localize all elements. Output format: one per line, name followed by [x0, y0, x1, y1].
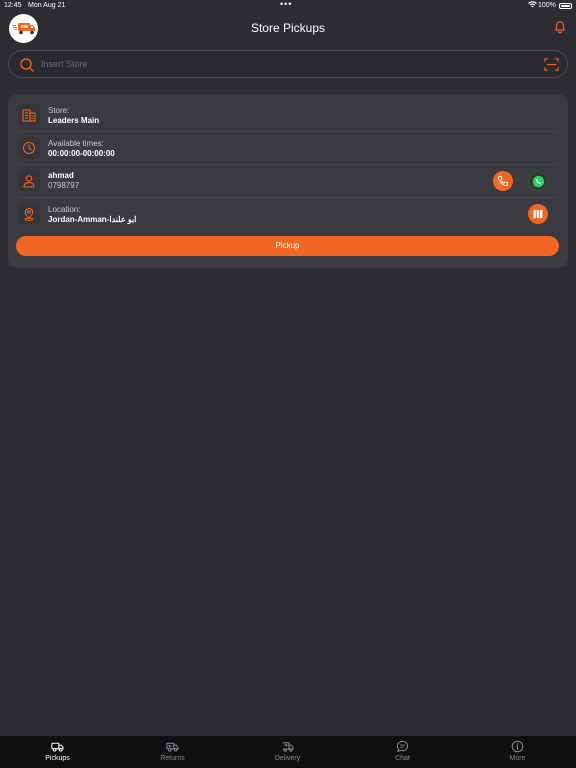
truck-icon [51, 742, 64, 752]
bottom-tab-bar: Pickups Returns Delivery Chat More [0, 736, 576, 768]
tab-pickups[interactable]: Pickups [0, 736, 115, 768]
tab-label: Pickups [45, 755, 70, 762]
person-icon [23, 175, 35, 188]
return-truck-icon [166, 742, 179, 752]
building-icon [22, 109, 36, 122]
tab-chat[interactable]: Chat [345, 736, 460, 768]
tab-label: Returns [160, 755, 185, 762]
location-icon-box [18, 203, 40, 225]
store-search-input[interactable] [41, 56, 521, 72]
store-icon-box [18, 104, 40, 126]
open-map-button[interactable] [528, 204, 548, 224]
customer-phone: 0798797 [48, 181, 80, 190]
tab-returns[interactable]: Returns [115, 736, 230, 768]
status-time: 12:45 [4, 2, 22, 9]
page-title: Store Pickups [250, 21, 326, 35]
whatsapp-icon [532, 175, 545, 188]
location-value: Jordan-Amman-ابو علندا [48, 215, 137, 224]
person-icon-box [18, 170, 40, 192]
multitasking-dots-icon[interactable]: ••• [280, 0, 292, 9]
location-label: Location: [48, 205, 81, 214]
map-icon [533, 209, 543, 219]
tab-delivery[interactable]: Delivery [230, 736, 345, 768]
customer-name: ahmad [48, 171, 74, 180]
customer-row: ahmad 0798797 [18, 165, 558, 197]
map-pin-icon [24, 207, 34, 221]
app-header: Store Pickups [0, 12, 576, 46]
info-icon [511, 740, 524, 753]
pickup-button[interactable]: Pickup [16, 236, 559, 256]
tab-label: Delivery [274, 755, 301, 762]
store-name: Leaders Main [48, 116, 100, 125]
available-times-row: Available times: 00:00:00-00:00:00 [18, 132, 558, 164]
clock-icon [22, 141, 36, 155]
tab-label: Chat [395, 755, 410, 762]
location-row: Location: Jordan-Amman-ابو علندا [18, 198, 558, 230]
chat-icon [396, 740, 409, 752]
whatsapp-button[interactable] [528, 171, 548, 191]
battery-percentage: 100% [538, 2, 556, 9]
available-times-value: 00:00:00-00:00:00 [48, 149, 115, 158]
store-label: Store: [48, 106, 70, 115]
tab-more[interactable]: More [460, 736, 575, 768]
tab-label: More [509, 755, 526, 762]
call-button[interactable] [493, 171, 513, 191]
barcode-scan-icon[interactable] [544, 57, 559, 72]
status-bar: 12:45 Mon Aug 21 ••• 100% [0, 0, 576, 12]
wifi-icon [528, 1, 537, 8]
available-times-label: Available times: [48, 139, 104, 148]
battery-icon [559, 3, 572, 9]
store-row: Store: Leaders Main [18, 99, 558, 131]
delivery-truck-icon [282, 742, 294, 752]
clock-icon-box [18, 137, 40, 159]
search-icon [20, 58, 34, 72]
store-search-bar [8, 50, 568, 78]
bell-icon[interactable] [553, 20, 567, 34]
phone-icon [498, 176, 508, 186]
status-date: Mon Aug 21 [28, 2, 66, 9]
pickup-card: Store: Leaders Main Available times: 00:… [8, 94, 568, 268]
